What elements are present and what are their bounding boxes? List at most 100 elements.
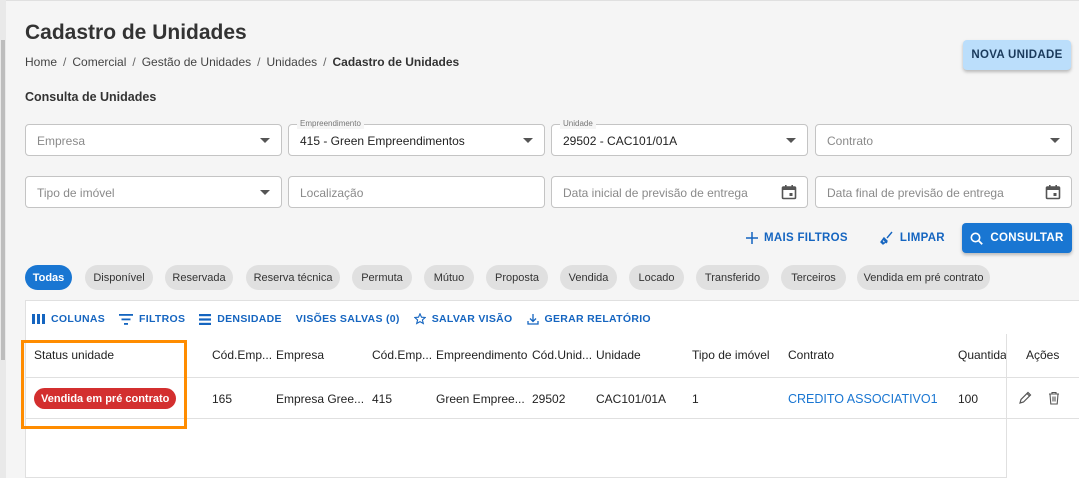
cell-unidade: CAC101/01A (596, 392, 667, 406)
columns-label: COLUNAS (51, 313, 106, 325)
chip-transferido[interactable]: Transferido (696, 265, 769, 290)
grid-toolbar: COLUNAS FILTROS DENSIDADE VISÕES SALVAS … (32, 313, 651, 325)
star-outline-icon (413, 313, 426, 325)
chevron-down-icon (1050, 138, 1060, 143)
chip-reservada[interactable]: Reservada (165, 265, 233, 290)
calendar-icon[interactable] (781, 184, 797, 200)
col-acoes: Ações (1026, 348, 1060, 362)
chip-reserva-tecnica[interactable]: Reserva técnica (246, 265, 340, 290)
save-view-label: SALVAR VISÃO (431, 313, 513, 325)
clear-label: LIMPAR (899, 232, 945, 244)
tipo-imovel-placeholder: Tipo de imóvel (37, 186, 115, 200)
saved-views-label: VISÕES SALVAS (0) (295, 313, 400, 325)
chip-proposta[interactable]: Proposta (486, 265, 548, 290)
filter-lines-icon (119, 313, 134, 325)
col-contrato[interactable]: Contrato (788, 348, 834, 362)
col-empreendimento[interactable]: Empreendimento (436, 348, 527, 362)
col-unidade[interactable]: Unidade (596, 348, 641, 362)
page-title: Cadastro de Unidades (25, 21, 247, 44)
breadcrumb-separator: / (63, 55, 67, 69)
more-filters-button[interactable]: MAIS FILTROS (746, 232, 848, 244)
breadcrumb-unidades[interactable]: Unidades (266, 55, 317, 69)
empreendimento-label: Empreendimento (297, 119, 364, 129)
chip-locado[interactable]: Locado (629, 265, 684, 290)
cell-tipo-imovel: 1 (692, 392, 699, 406)
unidade-select[interactable]: Unidade 29502 - CAC101/01A (551, 119, 808, 156)
cell-contrato-link[interactable]: CREDITO ASSOCIATIVO1 (788, 392, 938, 406)
generate-report-label: GERAR RELATÓRIO (544, 313, 651, 325)
actions-header-divider (1007, 377, 1079, 378)
breadcrumb-comercial[interactable]: Comercial (72, 55, 126, 69)
plus-icon (746, 232, 758, 244)
col-tipo-imovel[interactable]: Tipo de imóvel (692, 348, 770, 362)
col-quantidade[interactable]: Quantidad (958, 348, 1006, 362)
data-inicial-input[interactable]: Data inicial de previsão de entrega (551, 176, 808, 208)
left-scrollbar[interactable] (1, 40, 5, 360)
chevron-down-icon (786, 138, 796, 143)
save-view-button[interactable]: SALVAR VISÃO (413, 313, 513, 325)
filter-actions: MAIS FILTROS LIMPAR (740, 223, 945, 253)
actions-row-divider (1007, 418, 1079, 419)
density-icon (199, 313, 212, 325)
density-button[interactable]: DENSIDADE (199, 313, 282, 325)
empresa-select[interactable]: Empresa (25, 124, 282, 156)
col-cod-empresa[interactable]: Cód.Emp... (212, 348, 272, 362)
cell-empresa: Empresa Gree... (276, 392, 365, 406)
contrato-select[interactable]: Contrato (815, 124, 1072, 156)
top-divider (6, 0, 1079, 1)
breadcrumb-separator: / (132, 55, 136, 69)
col-cod-unidade[interactable]: Cód.Unid... (532, 348, 592, 362)
breadcrumb: Home / Comercial / Gestão de Unidades / … (25, 55, 459, 69)
contrato-placeholder: Contrato (827, 134, 874, 148)
more-filters-label: MAIS FILTROS (764, 232, 848, 244)
empresa-placeholder: Empresa (37, 134, 86, 148)
unidade-value: 29502 - CAC101/01A (563, 134, 678, 148)
density-label: DENSIDADE (217, 313, 282, 325)
localizacao-placeholder: Localização (300, 186, 364, 200)
breadcrumb-home[interactable]: Home (25, 55, 57, 69)
chevron-down-icon (260, 190, 270, 195)
download-icon (526, 314, 539, 325)
search-button[interactable]: CONSULTAR (962, 223, 1072, 253)
search-icon (970, 232, 984, 245)
col-empresa[interactable]: Empresa (276, 348, 324, 362)
tipo-imovel-select[interactable]: Tipo de imóvel (25, 176, 282, 208)
new-unit-button[interactable]: NOVA UNIDADE (963, 40, 1071, 70)
cell-cod-unidade: 29502 (532, 392, 566, 406)
breadcrumb-separator: / (257, 55, 261, 69)
data-final-placeholder: Data final de previsão de entrega (827, 186, 1004, 200)
chip-vendida[interactable]: Vendida (560, 265, 617, 290)
calendar-icon[interactable] (1045, 184, 1061, 200)
chevron-down-icon (523, 138, 533, 143)
generate-report-button[interactable]: GERAR RELATÓRIO (526, 313, 651, 325)
chip-vendida-pre-contrato[interactable]: Vendida em pré contrato (857, 265, 990, 290)
clear-button[interactable]: LIMPAR (879, 231, 945, 245)
chip-mutuo[interactable]: Mútuo (424, 265, 474, 290)
edit-pencil-icon[interactable] (1018, 391, 1032, 405)
cell-quantidade: 100 (958, 392, 979, 406)
empreendimento-select[interactable]: Empreendimento 415 - Green Empreendiment… (288, 119, 545, 156)
breadcrumb-gestao[interactable]: Gestão de Unidades (142, 55, 251, 69)
chip-disponivel[interactable]: Disponível (85, 265, 153, 290)
filters-label: FILTROS (139, 313, 186, 325)
data-final-input[interactable]: Data final de previsão de entrega (815, 176, 1072, 208)
data-inicial-placeholder: Data inicial de previsão de entrega (563, 186, 748, 200)
chip-permuta[interactable]: Permuta (352, 265, 412, 290)
col-cod-empreendimento[interactable]: Cód.Emp... (372, 348, 432, 362)
unidade-label: Unidade (560, 119, 596, 129)
section-title: Consulta de Unidades (25, 90, 157, 104)
broom-icon (879, 231, 893, 245)
highlight-box (21, 340, 187, 429)
trash-icon[interactable] (1048, 391, 1060, 405)
columns-button[interactable]: COLUNAS (32, 313, 105, 325)
cell-cod-empresa: 165 (212, 392, 233, 406)
chip-todas[interactable]: Todas (25, 265, 72, 290)
saved-views-button[interactable]: VISÕES SALVAS (0) (296, 313, 400, 325)
search-label: CONSULTAR (990, 232, 1064, 244)
breadcrumb-current: Cadastro de Unidades (332, 55, 460, 69)
localizacao-input[interactable]: Localização (288, 176, 545, 208)
cell-empreendimento: Green Empree... (436, 392, 525, 406)
chip-terceiros[interactable]: Terceiros (781, 265, 846, 290)
columns-icon (32, 314, 45, 324)
filters-button[interactable]: FILTROS (119, 313, 185, 325)
